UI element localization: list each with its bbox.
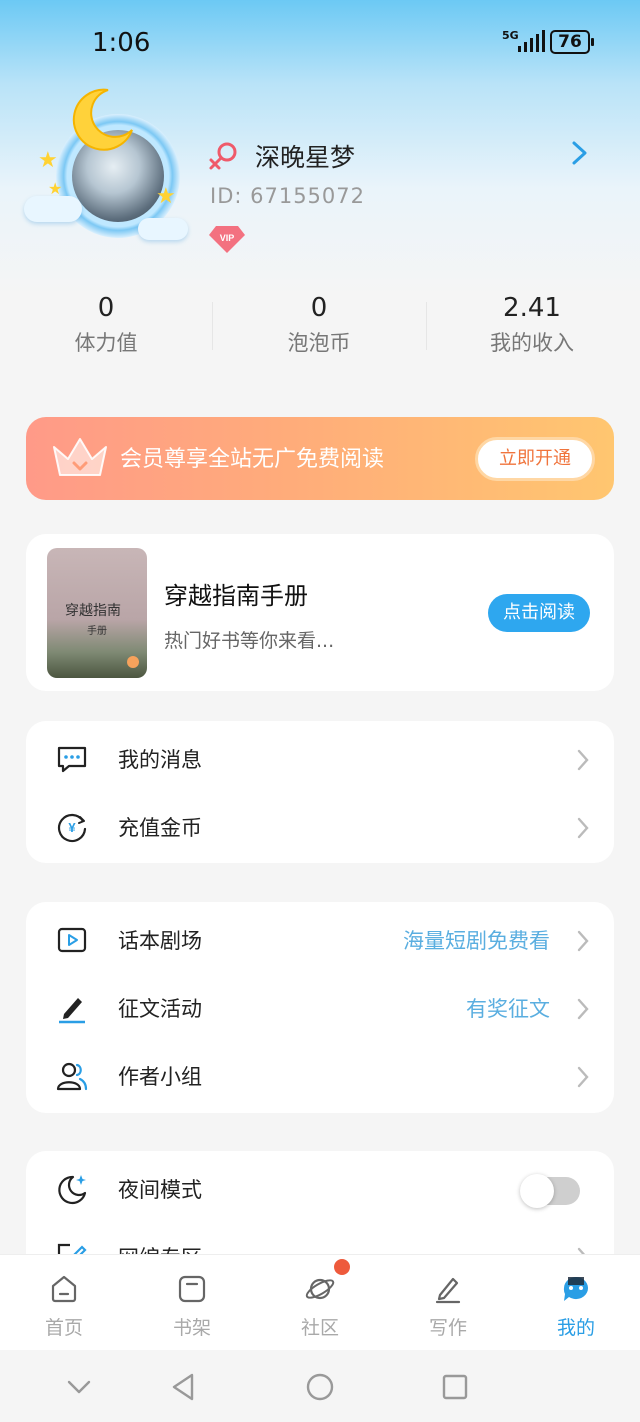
vip-banner-text: 会员尊享全站无广免费阅读 [120,447,385,472]
sun-decoration [127,656,139,668]
system-navigation-bar [0,1350,640,1422]
menu-item-label: 夜间模式 [118,1178,202,1202]
stat-stamina[interactable]: 0 体力值 [6,288,206,358]
tab-community[interactable]: 社区 [256,1255,384,1351]
back-icon[interactable] [166,1370,200,1404]
book-cover[interactable]: 穿越指南 手册 [47,548,147,678]
menu-item-recharge[interactable]: ¥ 充值金币 [26,793,614,861]
home-icon [51,1275,77,1303]
user-id: ID: 67155072 [210,184,366,208]
vip-diamond-icon[interactable]: VIP [208,224,246,254]
menu-item-theater[interactable]: 话本剧场 海量短剧免费看 [26,906,614,974]
tab-label: 首页 [44,1317,83,1339]
play-icon [57,927,87,953]
profile-chat-icon [563,1277,588,1301]
crescent-moon-icon [72,88,133,151]
chevron-right-icon [577,930,589,952]
write-icon [435,1277,461,1304]
vip-badge-label: VIP [220,233,235,243]
menu-group-activities: 话本剧场 海量短剧免费看 征文活动 有奖征文 作者小组 [26,902,614,1113]
tab-label: 书架 [172,1317,211,1339]
username[interactable]: 深晚星梦 [255,138,355,174]
moon-icon [58,1175,87,1205]
recents-icon[interactable] [438,1370,472,1404]
chevron-right-icon [577,817,589,839]
chevron-right-icon [577,749,589,771]
tab-label: 写作 [428,1317,467,1339]
stat-value: 2.41 [503,293,561,323]
tab-write[interactable]: 写作 [384,1255,512,1351]
menu-item-label: 话本剧场 [118,929,202,953]
book-subtitle: 热门好书等你来看... [164,630,335,652]
pen-icon [59,998,85,1024]
bookshelf-icon [178,1275,206,1303]
menu-item-promo: 海量短剧免费看 [403,929,550,953]
vip-banner[interactable]: 会员尊享全站无广免费阅读 立即开通 [26,417,614,500]
menu-item-author-group[interactable]: 作者小组 [26,1042,614,1110]
toggle-knob [520,1174,554,1208]
stat-label: 我的收入 [490,331,574,355]
divider [212,302,213,350]
book-recommendation-card[interactable]: 穿越指南 手册 穿越指南手册 热门好书等你来看... 点击阅读 [26,534,614,691]
tab-label: 社区 [300,1317,339,1339]
stat-label: 体力值 [74,331,138,355]
menu-item-label: 充值金币 [118,816,202,840]
female-gender-icon [209,142,237,170]
chevron-right-icon[interactable] [566,140,592,166]
night-mode-toggle[interactable] [520,1174,580,1208]
tab-bookshelf[interactable]: 书架 [128,1255,256,1351]
notification-dot [334,1259,350,1275]
group-icon [56,1062,88,1091]
crown-icon [53,438,107,476]
menu-item-label: 作者小组 [118,1065,202,1089]
star-icon: ★ [156,184,176,209]
planet-icon [305,1278,335,1300]
status-bar: 1:06 5G 76 [0,0,640,86]
cover-title: 穿越指南 [65,603,121,619]
stat-income[interactable]: 2.41 我的收入 [432,288,632,358]
book-title: 穿越指南手册 [164,582,308,610]
stat-label: 泡泡币 [287,331,351,355]
divider [426,302,427,350]
menu-item-promo: 有奖征文 [466,997,550,1021]
svg-text:¥: ¥ [68,820,76,835]
home-circle-icon[interactable] [303,1370,337,1404]
status-time: 1:06 [92,28,151,58]
menu-item-night-mode[interactable]: 夜间模式 [26,1155,614,1223]
tab-label: 我的 [556,1317,595,1339]
tab-mine[interactable]: 我的 [512,1255,640,1351]
cover-subtitle: 手册 [87,626,107,637]
read-now-button[interactable]: 点击阅读 [488,594,590,632]
chevron-right-icon [577,1066,589,1088]
stat-value: 0 [97,293,115,323]
menu-item-messages[interactable]: 我的消息 [26,725,614,793]
signal-icon [518,30,545,52]
stats-row: 0 体力值 0 泡泡币 2.41 我的收入 [0,288,640,368]
message-icon [57,746,87,773]
bottom-tab-bar: 首页 书架 社区 写作 我的 [0,1254,640,1350]
cloud-decoration [138,218,188,240]
menu-item-label: 征文活动 [118,997,202,1021]
tab-home[interactable]: 首页 [0,1255,128,1351]
cloud-decoration [24,196,82,222]
star-icon: ★ [38,148,58,173]
stat-value: 0 [310,293,328,323]
chevron-right-icon [577,998,589,1020]
chevron-down-icon[interactable] [62,1370,96,1404]
avatar[interactable]: ★ ★ ★ [24,84,194,254]
battery-icon: 76 [550,30,594,54]
menu-item-label: 我的消息 [118,748,202,772]
coin-icon: ¥ [57,813,87,843]
menu-group-account: 我的消息 ¥ 充值金币 [26,721,614,863]
menu-item-essay-contest[interactable]: 征文活动 有奖征文 [26,974,614,1042]
network-type: 5G [502,29,519,42]
activate-vip-button[interactable]: 立即开通 [475,437,595,481]
stat-bubble-coins[interactable]: 0 泡泡币 [219,288,419,358]
